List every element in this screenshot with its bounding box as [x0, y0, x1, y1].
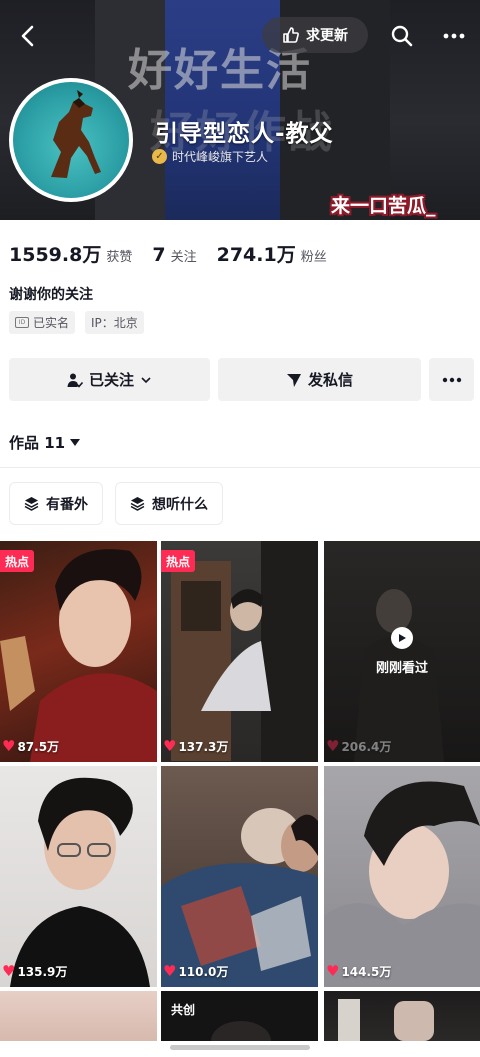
verified-icon: ✓ — [152, 149, 167, 164]
video-likes-count: 144.5万 — [341, 965, 392, 979]
following-label: 关注 — [170, 250, 197, 265]
works-tab-label: 作品 11 — [9, 434, 66, 452]
more-actions-button[interactable] — [429, 358, 474, 401]
video-likes: ♥ 137.3万 — [163, 738, 228, 755]
video-thumbnail[interactable]: ♥ 110.0万 — [161, 766, 318, 987]
profile-nickname: 引导型恋人-教父 — [155, 121, 334, 147]
recently-watched-label: 刚刚看过 — [375, 661, 428, 676]
video-thumbnail[interactable]: ♥ 144.5万 — [324, 766, 480, 987]
more-icon — [443, 33, 465, 39]
video-likes: ♥ 110.0万 — [163, 963, 228, 980]
thumbnail-image — [324, 781, 480, 987]
thumbnail-image — [0, 549, 157, 762]
video-likes: ♥ 144.5万 — [326, 963, 391, 980]
following-button-label: 已关注 — [88, 371, 134, 389]
thumb-icon — [283, 27, 299, 43]
request-update-button[interactable]: 求更新 — [262, 17, 368, 53]
thumbnail-image — [161, 808, 318, 987]
send-icon — [286, 373, 301, 387]
ip-location-label: IP：北京 — [91, 316, 138, 330]
id-card-icon: ID — [15, 317, 29, 328]
video-likes-count: 87.5万 — [17, 740, 60, 754]
works-tab[interactable]: 作品 11 — [9, 432, 81, 453]
triangle-down-icon — [70, 438, 81, 446]
following-button[interactable]: 已关注 — [9, 358, 210, 401]
request-update-label: 求更新 — [306, 28, 348, 44]
profile-stats: 1559.8万 获赞 7 关注 274.1万 粉丝 — [9, 240, 347, 267]
video-thumbnail[interactable] — [0, 991, 157, 1041]
video-likes-count: 135.9万 — [17, 965, 68, 979]
watermark-caption: 来一口苦瓜_ — [331, 195, 436, 217]
followers-label: 粉丝 — [300, 250, 327, 265]
avatar[interactable] — [9, 78, 133, 202]
video-thumbnail[interactable]: 热点 ♥ 137.3万 — [161, 541, 318, 762]
chevron-down-icon — [141, 376, 151, 383]
heart-icon: ♥ — [163, 962, 177, 980]
section-divider — [0, 467, 480, 468]
video-likes: ♥ 206.4万 — [326, 738, 391, 755]
back-icon — [21, 25, 34, 47]
real-name-tag: ID 已实名 — [9, 311, 76, 334]
horse-avatar-image — [51, 90, 101, 178]
recently-watched-overlay: 刚刚看过 — [324, 541, 480, 762]
send-message-button[interactable]: 发私信 — [218, 358, 421, 401]
ip-location-tag: IP：北京 — [85, 311, 144, 334]
layers-icon — [130, 497, 145, 511]
verified-badge: ✓ 时代峰峻旗下艺人 — [152, 148, 268, 165]
collection-chip-extras[interactable]: 有番外 — [9, 482, 103, 525]
search-icon — [391, 25, 413, 47]
heart-icon: ♥ — [2, 962, 16, 980]
video-likes: ♥ 135.9万 — [2, 963, 67, 980]
hot-badge: 热点 — [161, 550, 196, 572]
heart-icon: ♥ — [326, 737, 340, 755]
video-thumbnail[interactable] — [324, 991, 480, 1041]
collection-chip-requests[interactable]: 想听什么 — [115, 482, 223, 525]
video-thumbnail[interactable]: ♥ 135.9万 — [0, 766, 157, 987]
following-count[interactable]: 7 — [152, 244, 165, 266]
thumbnail-image — [211, 1021, 271, 1041]
home-indicator — [170, 1045, 310, 1050]
thumbnail-image — [338, 999, 434, 1041]
heart-icon: ♥ — [2, 737, 16, 755]
video-thumbnail[interactable]: 热点 ♥ 87.5万 — [0, 541, 157, 762]
video-likes-count: 137.3万 — [178, 740, 229, 754]
more-options-button[interactable] — [438, 20, 470, 52]
thumbnail-image — [10, 777, 150, 987]
verified-text: 时代峰峻旗下艺人 — [172, 150, 269, 164]
thumbnail-image — [171, 541, 318, 762]
real-name-label: 已实名 — [33, 316, 70, 330]
heart-icon: ♥ — [326, 962, 340, 980]
back-button[interactable] — [14, 22, 42, 50]
hot-badge: 热点 — [0, 550, 35, 572]
more-icon — [442, 377, 461, 382]
collection-chip-label: 想听什么 — [152, 496, 208, 513]
profile-bio: 谢谢你的关注 — [9, 287, 93, 303]
layers-icon — [24, 497, 39, 511]
video-likes-count: 206.4万 — [341, 740, 392, 754]
heart-icon: ♥ — [163, 737, 177, 755]
video-thumbnail[interactable]: 共创 — [161, 991, 318, 1041]
search-button[interactable] — [386, 20, 418, 52]
play-icon — [391, 627, 413, 649]
send-message-label: 发私信 — [307, 371, 353, 389]
likes-count[interactable]: 1559.8万 — [9, 240, 101, 267]
collection-chip-label: 有番外 — [46, 496, 88, 513]
video-likes-count: 110.0万 — [178, 965, 229, 979]
followers-count[interactable]: 274.1万 — [217, 240, 296, 267]
user-check-icon — [67, 373, 83, 388]
video-thumbnail-watched[interactable]: 刚刚看过 ♥ 206.4万 — [324, 541, 480, 762]
video-likes: ♥ 87.5万 — [2, 738, 59, 755]
likes-label: 获赞 — [106, 250, 133, 265]
